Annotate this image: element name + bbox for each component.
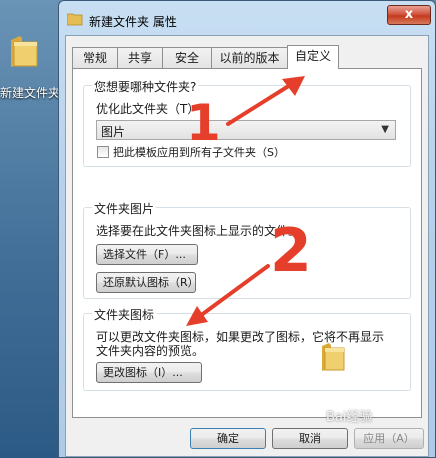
apply-template-checkbox[interactable] [97,146,109,158]
customize-panel: 您想要哪种文件夹? 优化此文件夹（T）: 图片 ▼ 把此模板应用到所有子文件夹（… [72,68,422,418]
window-title: 新建文件夹 属性 [89,15,177,29]
tab-previous-versions[interactable]: 以前的版本 [211,47,288,68]
choose-file-button[interactable]: 选择文件（F）... [96,244,198,265]
optimize-select-value: 图片 [101,125,126,139]
folder-icon [67,13,83,26]
optimize-group: 您想要哪种文件夹? 优化此文件夹（T）: 图片 ▼ 把此模板应用到所有子文件夹（… [83,78,411,167]
apply-button[interactable]: 应用（A） [354,428,424,449]
change-icon-button[interactable]: 更改图标（I）... [96,362,202,383]
desktop-folder-label: 新建文件夹 [0,86,61,100]
annotation-number-1: 1 [186,94,221,152]
folder-pictures-group: 文件夹图片 选择要在此文件夹图标上显示的文件。 选择文件（F）... 还原默认图… [83,200,411,299]
chevron-down-icon: ▼ [381,124,389,135]
folder-pictures-group-title: 文件夹图片 [92,200,157,217]
properties-window: 新建文件夹 属性 x 常规 共享 安全 以前的版本 自定义 您想要哪种文件夹? … [58,0,436,458]
annotation-number-2: 2 [270,216,312,286]
folder-icon-group-title: 文件夹图标 [92,306,157,323]
close-icon: x [404,7,414,22]
tab-sharing[interactable]: 共享 [117,47,163,68]
close-button[interactable]: x [387,5,431,25]
tab-general[interactable]: 常规 [72,47,118,68]
folder-preview-icon [322,343,345,371]
optimize-select[interactable]: 图片 ▼ [96,120,396,140]
desktop: 新建文件夹 [0,0,64,458]
desktop-folder-shortcut[interactable]: 新建文件夹 [0,30,64,100]
tab-customize[interactable]: 自定义 [287,45,339,69]
folder-icon [11,36,38,67]
ok-button[interactable]: 确定 [190,428,266,449]
folder-icon-description-2: 文件夹内容的预览。 [96,344,205,358]
dialog-client: 常规 共享 安全 以前的版本 自定义 您想要哪种文件夹? 优化此文件夹（T）: … [65,35,429,457]
title-bar[interactable]: 新建文件夹 属性 x [59,1,435,35]
folder-icon-group: 文件夹图标 可以更改文件夹图标，如果更改了图标，它将不再显示 文件夹内容的预览。… [83,306,411,391]
watermark: Bai经验 [326,410,373,425]
tab-strip: 常规 共享 安全 以前的版本 自定义 [72,45,422,69]
cancel-button[interactable]: 取消 [272,428,348,449]
optimize-group-title: 您想要哪种文件夹? [92,78,199,95]
restore-default-button[interactable]: 还原默认图标（R） [96,272,199,293]
tab-security[interactable]: 安全 [162,47,212,68]
